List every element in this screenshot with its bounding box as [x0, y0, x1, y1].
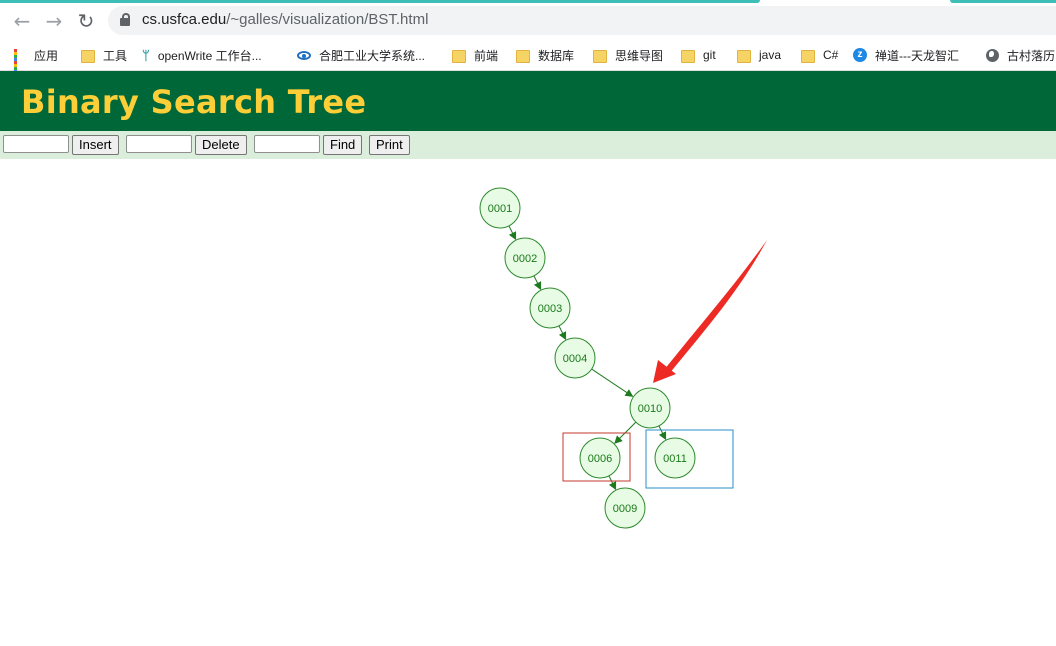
- bookmark-label: openWrite 工作台...: [157, 48, 262, 63]
- folder-icon: [81, 49, 95, 63]
- url-domain: cs.usfca.edu: [142, 11, 227, 28]
- bookmark-label: 应用: [34, 48, 59, 63]
- bookmark-openwrite[interactable]: ᛘ openWrite 工作台...: [142, 46, 262, 64]
- folder-icon: [516, 49, 530, 63]
- tree-node-label: 0009: [613, 503, 637, 515]
- tree-edge: [558, 325, 567, 341]
- tree-node-label: 0011: [663, 453, 687, 465]
- bookmark-label: 思维导图: [615, 48, 664, 63]
- tree-node-label: 0002: [513, 253, 537, 265]
- tree-node: 0006: [579, 437, 621, 479]
- tree-node: 0009: [604, 487, 646, 529]
- tree-edge: [591, 368, 634, 397]
- tree-node-label: 0006: [588, 453, 612, 465]
- tree-node: 0003: [529, 287, 571, 329]
- tree-node-label: 0004: [563, 353, 587, 365]
- tree-node: 0001: [479, 187, 521, 229]
- tree-edge: [608, 475, 617, 491]
- tree-diagram: 0001 0002 0003 0004 0010 0006 0011 0009: [479, 187, 767, 529]
- bookmark-label: 数据库: [538, 48, 575, 63]
- back-arrow-icon[interactable]: ←: [10, 9, 34, 33]
- insert-input[interactable]: [3, 135, 69, 153]
- tree-node: 0002: [504, 237, 546, 279]
- tree-node-label: 0001: [488, 203, 512, 215]
- bookmark-label: 古村落历: [1007, 48, 1056, 63]
- url-text[interactable]: cs.usfca.edu/~galles/visualization/BST.h…: [142, 11, 428, 28]
- visualization-canvas[interactable]: 0001 0002 0003 0004 0010 0006 0011 0009: [0, 159, 1056, 641]
- annotation-arrow: [653, 240, 767, 383]
- address-bar[interactable]: cs.usfca.edu/~galles/visualization/BST.h…: [108, 6, 1056, 35]
- bookmarks-bar: 应用 工具 ᛘ openWrite 工作台... 合肥工业大学系统... 前端 …: [0, 38, 1056, 76]
- bookmark-label: java: [759, 48, 782, 62]
- algorithm-controls: Insert Delete Find Print: [0, 131, 1056, 159]
- bookmark-ancient-village[interactable]: 古村落历: [986, 46, 1055, 64]
- browser-toolbar: ← → ↻ cs.usfca.edu/~galles/visualization…: [0, 3, 1056, 38]
- page-header: Binary Search Tree: [0, 71, 1056, 131]
- tree-node: 0004: [554, 337, 596, 379]
- tree-node: 0011: [654, 437, 696, 479]
- tree-node: 0010: [629, 387, 671, 429]
- folder-icon: [801, 49, 815, 63]
- print-button[interactable]: Print: [369, 135, 410, 155]
- bookmark-database[interactable]: 数据库: [516, 46, 574, 64]
- bookmark-tools[interactable]: 工具: [81, 46, 127, 64]
- folder-icon: [681, 49, 695, 63]
- openwrite-icon: ᛘ: [142, 47, 150, 63]
- url-path: /~galles/visualization/BST.html: [226, 11, 429, 28]
- bookmark-hfut[interactable]: 合肥工业大学系统...: [297, 46, 425, 64]
- reload-icon[interactable]: ↻: [74, 9, 98, 33]
- folder-icon: [452, 49, 466, 63]
- tree-edge: [658, 425, 667, 441]
- folder-icon: [593, 49, 607, 63]
- globe-icon: [986, 48, 999, 62]
- tree-edge: [508, 225, 517, 241]
- find-input[interactable]: [254, 135, 320, 153]
- tree-node-label: 0010: [638, 403, 662, 415]
- hfut-icon: [297, 50, 311, 60]
- page-title: Binary Search Tree: [21, 83, 367, 121]
- bookmark-git[interactable]: git: [681, 46, 716, 64]
- delete-input[interactable]: [126, 135, 192, 153]
- bookmark-csharp[interactable]: C#: [801, 46, 838, 64]
- bookmark-label: 合肥工业大学系统...: [319, 48, 426, 63]
- tree-node-label: 0003: [538, 303, 562, 315]
- bookmark-java[interactable]: java: [737, 46, 781, 64]
- bookmark-apps[interactable]: 应用: [14, 46, 59, 76]
- bookmark-frontend[interactable]: 前端: [452, 46, 498, 64]
- bookmark-label: C#: [823, 48, 839, 62]
- folder-icon: [737, 49, 751, 63]
- bookmark-label: git: [703, 48, 716, 62]
- forward-arrow-icon[interactable]: →: [42, 9, 66, 33]
- tree-edge: [533, 275, 542, 291]
- bookmark-label: 前端: [474, 48, 499, 63]
- apps-grid-icon: [14, 49, 26, 76]
- insert-button[interactable]: Insert: [72, 135, 119, 155]
- delete-button[interactable]: Delete: [195, 135, 247, 155]
- bookmark-label: 禅道---天龙智汇: [875, 48, 959, 63]
- bookmark-label: 工具: [103, 48, 128, 63]
- bookmark-mindmap[interactable]: 思维导图: [593, 46, 663, 64]
- lock-icon: [120, 13, 130, 26]
- find-button[interactable]: Find: [323, 135, 363, 155]
- zentao-icon: z: [853, 48, 867, 62]
- bookmark-zentao[interactable]: z 禅道---天龙智汇: [853, 46, 959, 64]
